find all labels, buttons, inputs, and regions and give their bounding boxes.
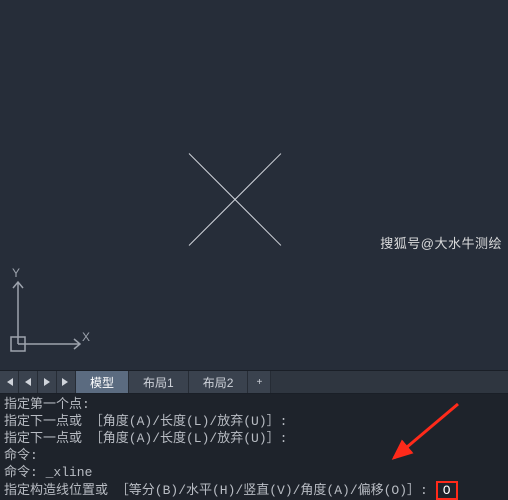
annotation-arrow <box>380 400 470 470</box>
drawing-canvas[interactable]: X Y 搜狐号@大水牛测绘 <box>0 0 508 370</box>
ucs-svg <box>6 272 90 356</box>
axis-x-label: X <box>82 330 90 344</box>
cmd-text: 指定构造线位置或 ［等分(B)/水平(H)/竖直(V)/角度(A)/偏移(O)］… <box>4 483 428 498</box>
watermark: 搜狐号@大水牛测绘 <box>380 233 502 252</box>
cmd-input-offset-option[interactable]: O <box>436 481 458 500</box>
tab-layout2[interactable]: 布局2 <box>189 371 249 393</box>
ucs-icon: X Y <box>6 272 90 356</box>
tab-nav-last[interactable] <box>57 371 76 393</box>
layout-tabstrip: 模型 布局1 布局2 + <box>0 370 508 394</box>
nav-prev-icon <box>24 377 32 387</box>
tab-nav-prev[interactable] <box>19 371 38 393</box>
nav-first-icon <box>4 377 14 387</box>
tab-layout1[interactable]: 布局1 <box>129 371 189 393</box>
cmd-line: 指定构造线位置或 ［等分(B)/水平(H)/竖直(V)/角度(A)/偏移(O)］… <box>4 481 504 500</box>
axis-y-label: Y <box>12 266 20 280</box>
command-panel[interactable]: 指定第一个点: 指定下一点或 ［角度(A)/长度(L)/放弃(U)］: 指定下一… <box>0 394 508 500</box>
tab-nav-first[interactable] <box>0 371 19 393</box>
tab-nav-next[interactable] <box>38 371 57 393</box>
tab-model[interactable]: 模型 <box>76 371 129 393</box>
nav-last-icon <box>61 377 71 387</box>
tab-add[interactable]: + <box>248 371 271 393</box>
nav-next-icon <box>43 377 51 387</box>
